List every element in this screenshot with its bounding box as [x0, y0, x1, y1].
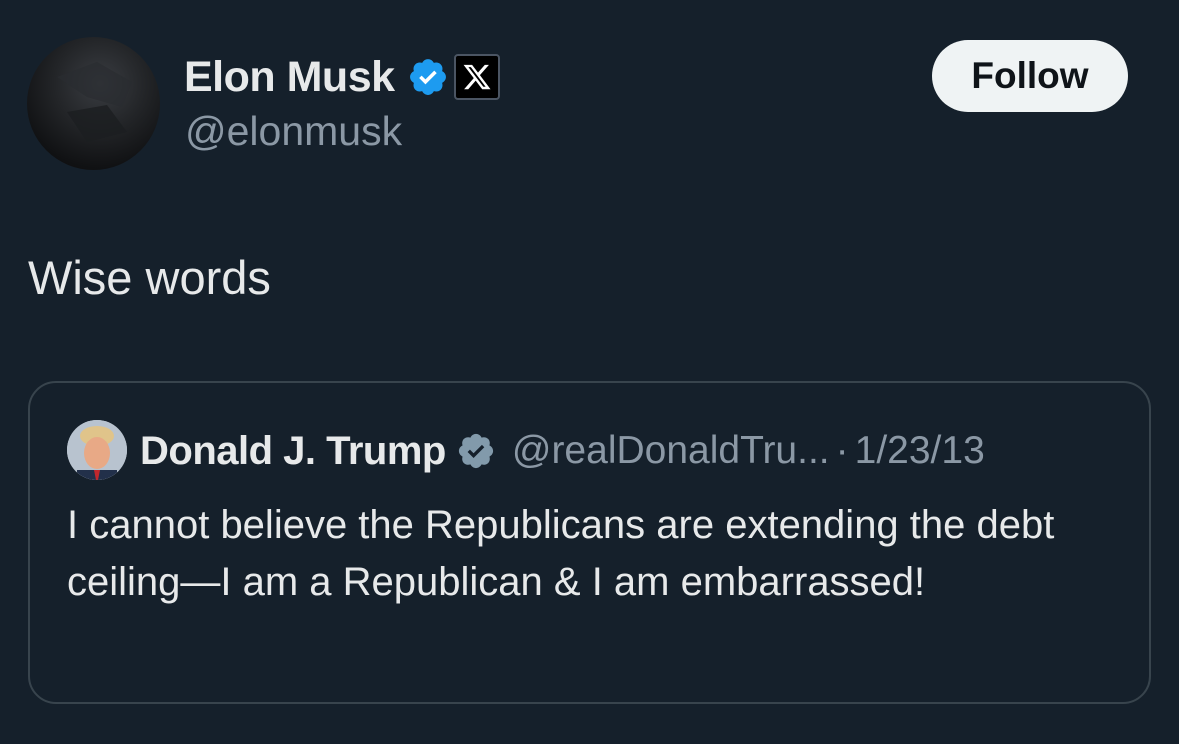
tweet: Elon Musk @elonmusk Follow Wise words Do… — [0, 0, 1179, 744]
x-logo-icon[interactable] — [453, 54, 500, 100]
author-handle[interactable]: @elonmusk — [185, 108, 402, 155]
quoted-tweet-card[interactable]: Donald J. Trump @realDonaldTru... · 1/23… — [28, 381, 1151, 704]
author-name[interactable]: Elon Musk — [184, 53, 395, 102]
quoted-author-handle[interactable]: @realDonaldTru... — [512, 429, 830, 473]
quoted-date[interactable]: 1/23/13 — [855, 429, 985, 473]
author-avatar[interactable] — [27, 37, 160, 170]
verified-badge-icon[interactable] — [407, 56, 449, 98]
quoted-author-name[interactable]: Donald J. Trump — [140, 429, 446, 474]
quoted-tweet-text: I cannot believe the Republicans are ext… — [67, 503, 1055, 604]
separator-dot: · — [835, 429, 849, 472]
quoted-header: Donald J. Trump @realDonaldTru... · 1/23… — [140, 425, 985, 477]
follow-button[interactable]: Follow — [932, 40, 1128, 112]
verified-badge-icon[interactable] — [456, 431, 496, 471]
quoted-avatar-image — [67, 420, 127, 480]
quoted-author-avatar[interactable] — [67, 420, 127, 480]
author-name-row: Elon Musk — [184, 52, 500, 102]
avatar-image — [57, 62, 132, 142]
tweet-text: Wise words — [28, 251, 271, 304]
